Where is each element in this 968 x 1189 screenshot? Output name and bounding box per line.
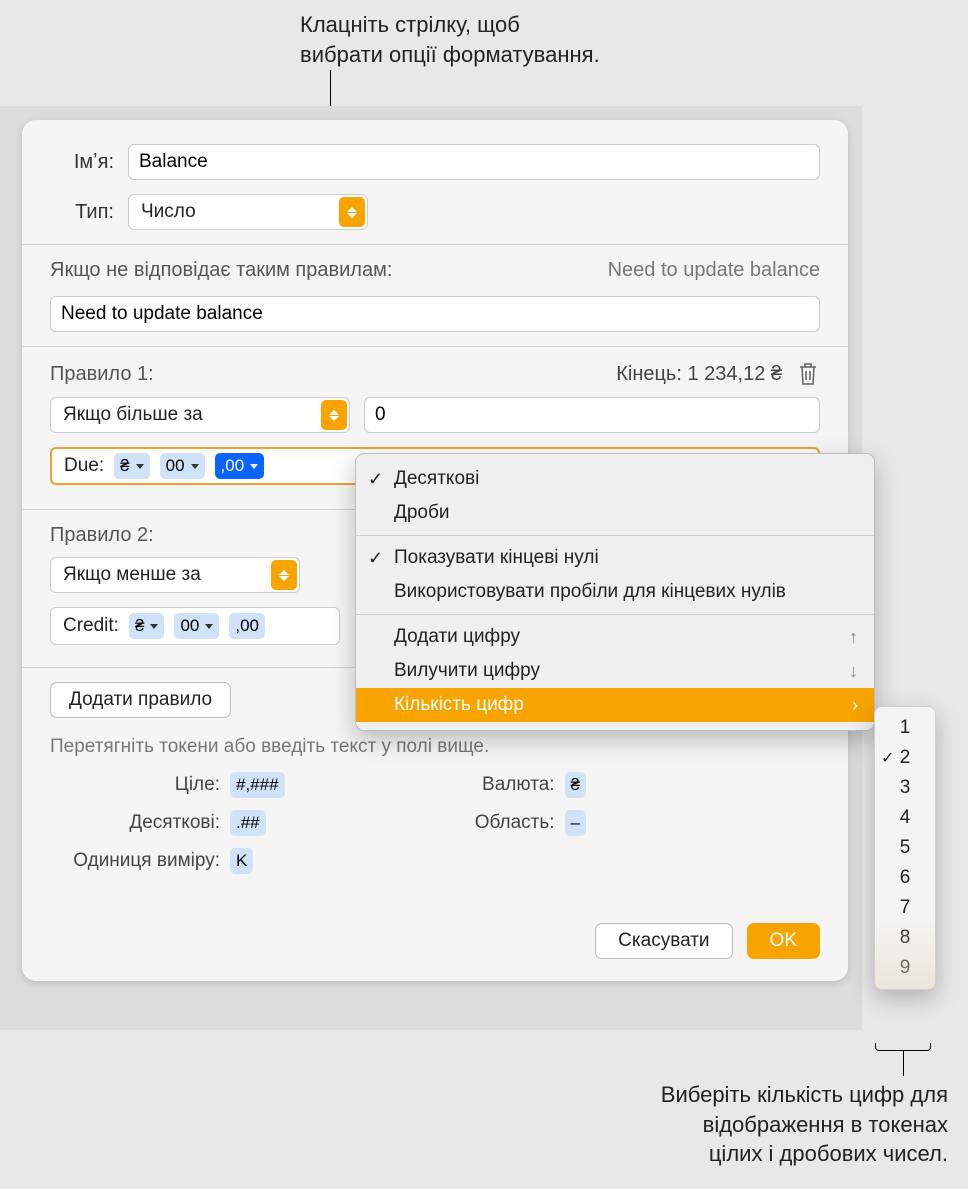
digit-option-7[interactable]: 7 bbox=[875, 893, 935, 923]
drag-hint: Перетягніть токени або введіть текст у п… bbox=[50, 736, 820, 758]
rule2-prefix: Credit: bbox=[59, 615, 119, 637]
name-input[interactable] bbox=[128, 144, 820, 180]
menu-spaces-for-zeros[interactable]: Використовувати пробіли для кінцевих нул… bbox=[356, 575, 874, 609]
rule2-title: Правило 2: bbox=[50, 524, 154, 547]
currency-chip[interactable]: ₴ bbox=[129, 613, 164, 639]
menu-add-digit[interactable]: Додати цифру↑ bbox=[356, 620, 874, 654]
rule1-title: Правило 1: bbox=[50, 363, 154, 386]
type-dropdown[interactable]: Число bbox=[128, 194, 368, 230]
integers-chip[interactable]: 00 bbox=[174, 613, 219, 639]
chevron-right-icon: › bbox=[852, 695, 858, 716]
currency-token-label: Валюта: bbox=[415, 774, 555, 796]
rule2-condition-dropdown[interactable]: Якщо менше за bbox=[50, 557, 300, 593]
digit-option-8[interactable]: 8 bbox=[875, 923, 935, 953]
region-token-label: Область: bbox=[415, 812, 555, 834]
no-match-preview: Need to update balance bbox=[406, 259, 820, 282]
decimal-token[interactable]: .## bbox=[230, 810, 266, 836]
no-match-input[interactable] bbox=[50, 296, 820, 332]
dropdown-toggle-icon[interactable] bbox=[339, 197, 365, 227]
currency-chip[interactable]: ₴ bbox=[114, 453, 149, 479]
menu-fractions[interactable]: Дроби bbox=[356, 496, 874, 530]
callout-leader-line-bottom bbox=[903, 1050, 904, 1076]
menu-digit-count[interactable]: Кількість цифр› bbox=[356, 688, 874, 722]
rule1-end-preview: Кінець: 1 234,12 ₴ bbox=[616, 363, 782, 386]
rule1-condition-value: Якщо більше за bbox=[63, 404, 313, 426]
down-arrow-icon: ↓ bbox=[849, 661, 858, 682]
dropdown-toggle-icon[interactable] bbox=[271, 560, 297, 590]
digit-option-2[interactable]: ✓2 bbox=[875, 743, 935, 773]
digit-option-6[interactable]: 6 bbox=[875, 863, 935, 893]
digit-count-submenu: 1✓23456789 bbox=[874, 706, 936, 990]
up-arrow-icon: ↑ bbox=[849, 627, 858, 648]
digit-option-5[interactable]: 5 bbox=[875, 833, 935, 863]
no-match-label: Якщо не відповідає таким правилам: bbox=[50, 259, 392, 282]
callout-bottom: Виберіть кількість цифр для відображення… bbox=[548, 1080, 948, 1169]
unit-token-label: Одиниця виміру: bbox=[50, 850, 220, 872]
digit-option-9[interactable]: 9 bbox=[875, 953, 935, 983]
digit-option-1[interactable]: 1 bbox=[875, 713, 935, 743]
digit-option-3[interactable]: 3 bbox=[875, 773, 935, 803]
menu-decimals[interactable]: ✓Десяткові bbox=[356, 462, 874, 496]
type-label: Тип: bbox=[50, 201, 114, 224]
digit-option-4[interactable]: 4 bbox=[875, 803, 935, 833]
integers-chip[interactable]: 00 bbox=[160, 453, 205, 479]
decimal-token-label: Десяткові: bbox=[50, 812, 220, 834]
cancel-button[interactable]: Скасувати bbox=[595, 923, 732, 959]
name-label: Імʼя: bbox=[50, 151, 114, 174]
callout-top: Клацніть стрілку, щоб вибрати опції форм… bbox=[300, 10, 670, 69]
dropdown-toggle-icon[interactable] bbox=[321, 400, 347, 430]
format-options-menu: ✓Десяткові Дроби ✓Показувати кінцеві нул… bbox=[355, 453, 875, 731]
unit-token[interactable]: K bbox=[230, 848, 253, 874]
check-icon: ✓ bbox=[881, 748, 894, 768]
decimals-chip[interactable]: ,00 bbox=[215, 453, 265, 479]
menu-trailing-zeros[interactable]: ✓Показувати кінцеві нулі bbox=[356, 541, 874, 575]
integer-token-label: Ціле: bbox=[50, 774, 220, 796]
type-value: Число bbox=[141, 201, 331, 223]
integer-token[interactable]: #,### bbox=[230, 772, 285, 798]
region-token[interactable]: – bbox=[565, 810, 586, 836]
menu-remove-digit[interactable]: Вилучити цифру↓ bbox=[356, 654, 874, 688]
delete-rule-icon[interactable] bbox=[796, 361, 820, 387]
currency-token[interactable]: ₴ bbox=[565, 772, 586, 798]
decimals-chip[interactable]: ,00 bbox=[229, 613, 265, 639]
rule1-condition-dropdown[interactable]: Якщо більше за bbox=[50, 397, 350, 433]
rule1-value-input[interactable] bbox=[364, 397, 820, 433]
rule2-condition-value: Якщо менше за bbox=[63, 564, 263, 586]
add-rule-button[interactable]: Додати правило bbox=[50, 682, 231, 718]
rule1-prefix: Due: bbox=[60, 455, 104, 477]
rule2-format-bar[interactable]: Credit: ₴ 00 ,00 bbox=[50, 607, 340, 645]
ok-button[interactable]: OK bbox=[747, 923, 820, 959]
